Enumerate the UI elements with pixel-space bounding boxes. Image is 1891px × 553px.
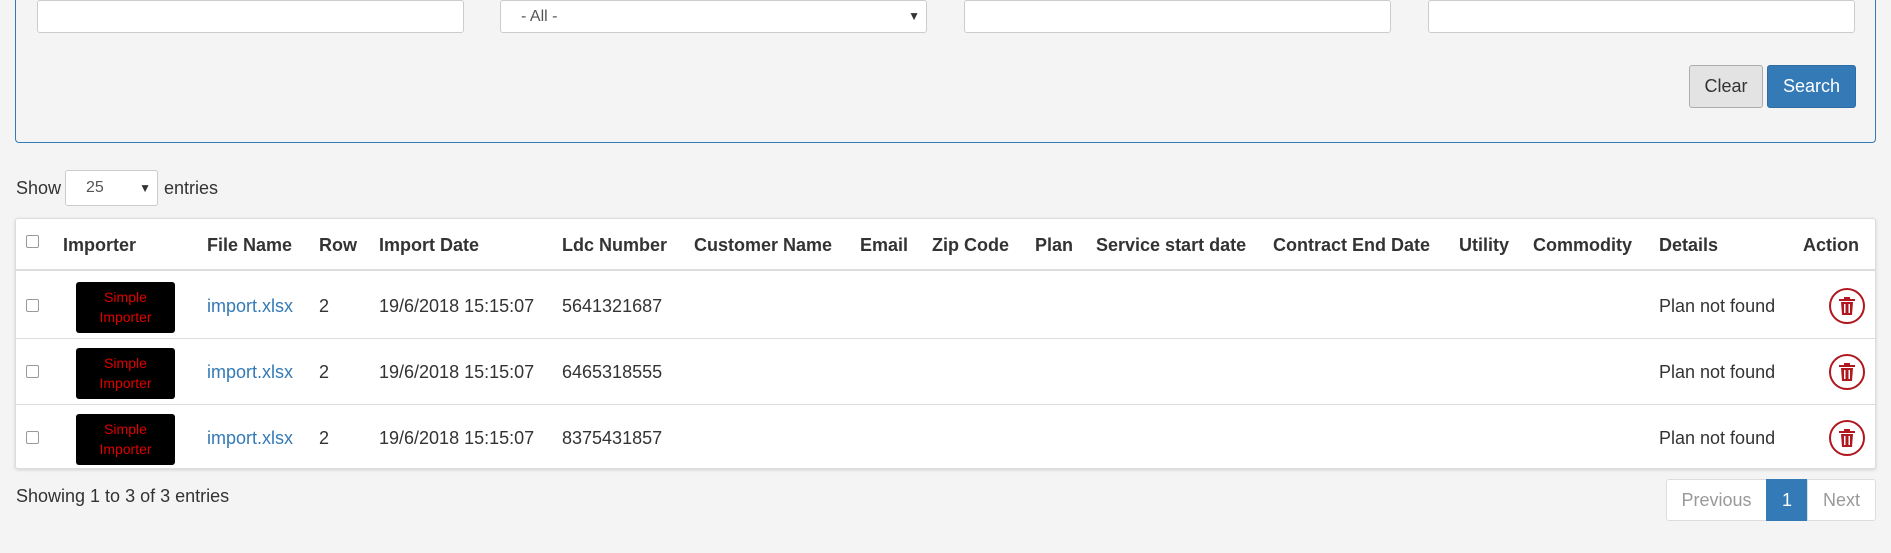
col-commodity[interactable]: Commodity	[1533, 219, 1632, 271]
imports-table: Importer File Name Row Import Date Ldc N…	[15, 218, 1876, 469]
import-date: 19/6/2018 15:15:07	[379, 428, 535, 448]
delete-button[interactable]	[1829, 288, 1865, 324]
file-name-link[interactable]: import.xlsx	[207, 296, 293, 316]
table-info: Showing 1 to 3 of 3 entries	[16, 486, 230, 506]
page-length-value: 25	[86, 179, 104, 196]
page-length-select[interactable]: 25 ▼	[65, 170, 158, 206]
show-label: Show	[16, 178, 62, 198]
search-button[interactable]: Search	[1767, 65, 1856, 108]
row-checkbox[interactable]	[26, 431, 39, 444]
col-email[interactable]: Email	[860, 219, 908, 271]
importer-badge-line1: Simple	[104, 289, 147, 305]
row-number: 2	[319, 428, 330, 448]
import-date: 19/6/2018 15:15:07	[379, 296, 535, 316]
col-plan[interactable]: Plan	[1035, 219, 1073, 271]
table-row: Simple Importer import.xlsx 2 19/6/2018 …	[16, 405, 1875, 471]
importer-badge: Simple Importer	[76, 282, 175, 333]
filter-type-select[interactable]: - All - ▼	[500, 0, 927, 33]
importer-badge-line1: Simple	[104, 421, 147, 437]
col-row[interactable]: Row	[319, 219, 357, 271]
page-1-button[interactable]: 1	[1766, 479, 1808, 521]
col-action: Action	[1803, 235, 1859, 255]
row-number: 2	[319, 362, 330, 382]
importer-badge-line2: Importer	[99, 309, 152, 325]
entries-label: entries	[164, 178, 219, 198]
importer-badge-line2: Importer	[99, 375, 152, 391]
col-zip-code[interactable]: Zip Code	[932, 219, 1009, 271]
col-details[interactable]: Details	[1659, 219, 1718, 271]
ldc-number: 8375431857	[562, 428, 663, 448]
chevron-down-icon: ▼	[139, 181, 151, 195]
col-utility[interactable]: Utility	[1459, 219, 1509, 271]
filter-panel: - All - ▼ Clear Search	[15, 0, 1876, 143]
details-text: Plan not found	[1659, 362, 1776, 382]
file-name-link[interactable]: import.xlsx	[207, 362, 293, 382]
table-row: Simple Importer import.xlsx 2 19/6/2018 …	[16, 273, 1875, 339]
col-customer-name[interactable]: Customer Name	[694, 219, 832, 271]
col-importer[interactable]: Importer	[63, 219, 136, 271]
delete-button[interactable]	[1829, 354, 1865, 390]
importer-badge-line1: Simple	[104, 355, 147, 371]
details-text: Plan not found	[1659, 296, 1776, 316]
import-date: 19/6/2018 15:15:07	[379, 362, 535, 382]
page: - All - ▼ Clear Search Show 25 ▼ entries…	[0, 0, 1891, 553]
table-header: Importer File Name Row Import Date Ldc N…	[16, 219, 1875, 271]
delete-button[interactable]	[1829, 420, 1865, 456]
table-row: Simple Importer import.xlsx 2 19/6/2018 …	[16, 339, 1875, 405]
row-checkbox[interactable]	[26, 299, 39, 312]
next-page-button[interactable]: Next	[1807, 479, 1876, 521]
clear-button[interactable]: Clear	[1689, 65, 1763, 108]
importer-badge: Simple Importer	[76, 348, 175, 399]
col-ldc-number[interactable]: Ldc Number	[562, 219, 667, 271]
importer-badge-line2: Importer	[99, 441, 152, 457]
col-contract-end-date[interactable]: Contract End Date	[1273, 219, 1430, 271]
ldc-number: 5641321687	[562, 296, 663, 316]
importer-badge: Simple Importer	[76, 414, 175, 465]
trash-icon	[1839, 429, 1855, 447]
filter-type-select-value: - All -	[521, 8, 558, 25]
filter-input-1[interactable]	[37, 0, 464, 33]
details-text: Plan not found	[1659, 428, 1776, 448]
col-import-date[interactable]: Import Date	[379, 219, 479, 271]
col-file-name[interactable]: File Name	[207, 219, 292, 271]
trash-icon	[1839, 297, 1855, 315]
chevron-down-icon: ▼	[908, 9, 920, 23]
col-service-start-date[interactable]: Service start date	[1096, 219, 1246, 271]
filter-input-3[interactable]	[964, 0, 1391, 33]
filter-input-4[interactable]	[1428, 0, 1855, 33]
previous-page-button[interactable]: Previous	[1666, 479, 1767, 521]
row-number: 2	[319, 296, 330, 316]
row-checkbox[interactable]	[26, 365, 39, 378]
trash-icon	[1839, 363, 1855, 381]
file-name-link[interactable]: import.xlsx	[207, 428, 293, 448]
select-all-checkbox[interactable]	[26, 235, 39, 248]
ldc-number: 6465318555	[562, 362, 663, 382]
